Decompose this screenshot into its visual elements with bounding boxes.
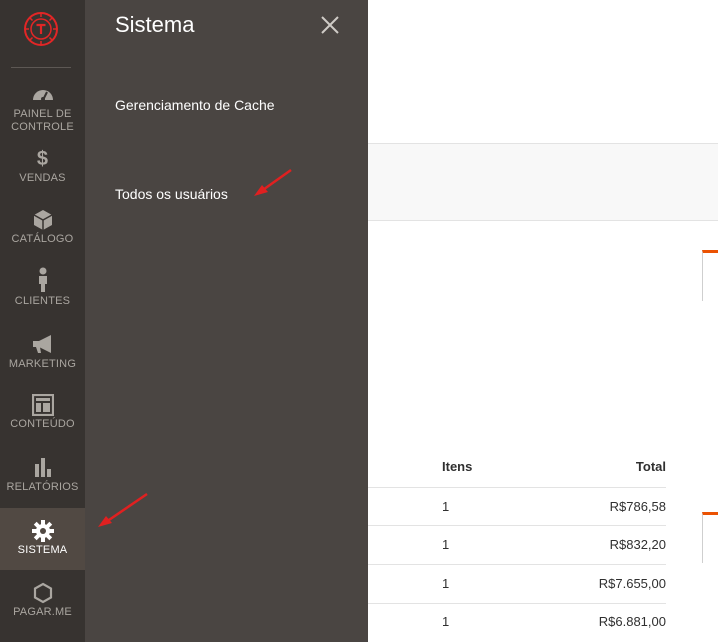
- store-logo-icon[interactable]: [22, 10, 60, 48]
- sidebar-item-sales[interactable]: $ VENDAS: [0, 148, 85, 188]
- column-header-items: Itens: [442, 459, 473, 474]
- admin-sidebar: PAINEL DE CONTROLE $ VENDAS CATÁLOGO CLI…: [0, 0, 85, 642]
- panel-title: Sistema: [115, 12, 195, 37]
- table-cell-total: R$6.881,00: [598, 614, 666, 629]
- column-header-total: Total: [635, 459, 666, 474]
- sidebar-item-marketing[interactable]: MARKETING: [0, 334, 85, 374]
- layout-icon: [0, 394, 85, 416]
- table-cell-total: R$786,58: [609, 499, 666, 514]
- dashboard-widget-tab: [702, 512, 718, 563]
- table-divider: [368, 487, 666, 488]
- table-divider: [368, 603, 666, 604]
- sidebar-item-dashboard[interactable]: PAINEL DE CONTROLE: [0, 84, 85, 134]
- sidebar-item-customers[interactable]: CLIENTES: [0, 267, 85, 311]
- table-cell-total: R$832,20: [609, 537, 666, 552]
- annotation-arrow-icon: [98, 492, 148, 527]
- sidebar-item-content[interactable]: CONTEÚDO: [0, 394, 85, 436]
- annotation-arrow-icon: [254, 168, 292, 196]
- table-cell-items: 1: [442, 537, 450, 552]
- bar-chart-icon: [0, 457, 85, 479]
- table-cell-items: 1: [442, 614, 450, 629]
- dollar-icon: $: [36, 148, 49, 170]
- gear-icon: [0, 520, 85, 542]
- sidebar-item-pagarme[interactable]: PAGAR.ME: [0, 582, 85, 622]
- box-icon: [0, 209, 85, 231]
- dashboard-icon: [0, 84, 85, 106]
- dashboard-widget-tab: [702, 250, 718, 301]
- table-cell-items: 1: [442, 576, 450, 591]
- cache-management-link[interactable]: Gerenciamento de Cache: [115, 97, 275, 113]
- table-divider: [368, 525, 666, 526]
- sidebar-divider: [11, 67, 71, 68]
- sidebar-item-catalog[interactable]: CATÁLOGO: [0, 209, 85, 249]
- table-cell-total: R$7.655,00: [598, 576, 666, 591]
- close-icon[interactable]: [319, 14, 341, 36]
- hexagon-icon: [0, 582, 85, 604]
- megaphone-icon: [0, 334, 85, 356]
- table-cell-items: 1: [442, 499, 450, 514]
- table-divider: [368, 564, 666, 565]
- all-users-link[interactable]: Todos os usuários: [115, 186, 228, 202]
- person-icon: [0, 267, 85, 293]
- page-actions-bar: [368, 143, 718, 221]
- sidebar-item-reports[interactable]: RELATÓRIOS: [0, 457, 85, 497]
- system-flyout-panel: Sistema Gerenciamento de Cache Todos os …: [85, 0, 368, 642]
- sidebar-item-system[interactable]: SISTEMA: [0, 508, 85, 570]
